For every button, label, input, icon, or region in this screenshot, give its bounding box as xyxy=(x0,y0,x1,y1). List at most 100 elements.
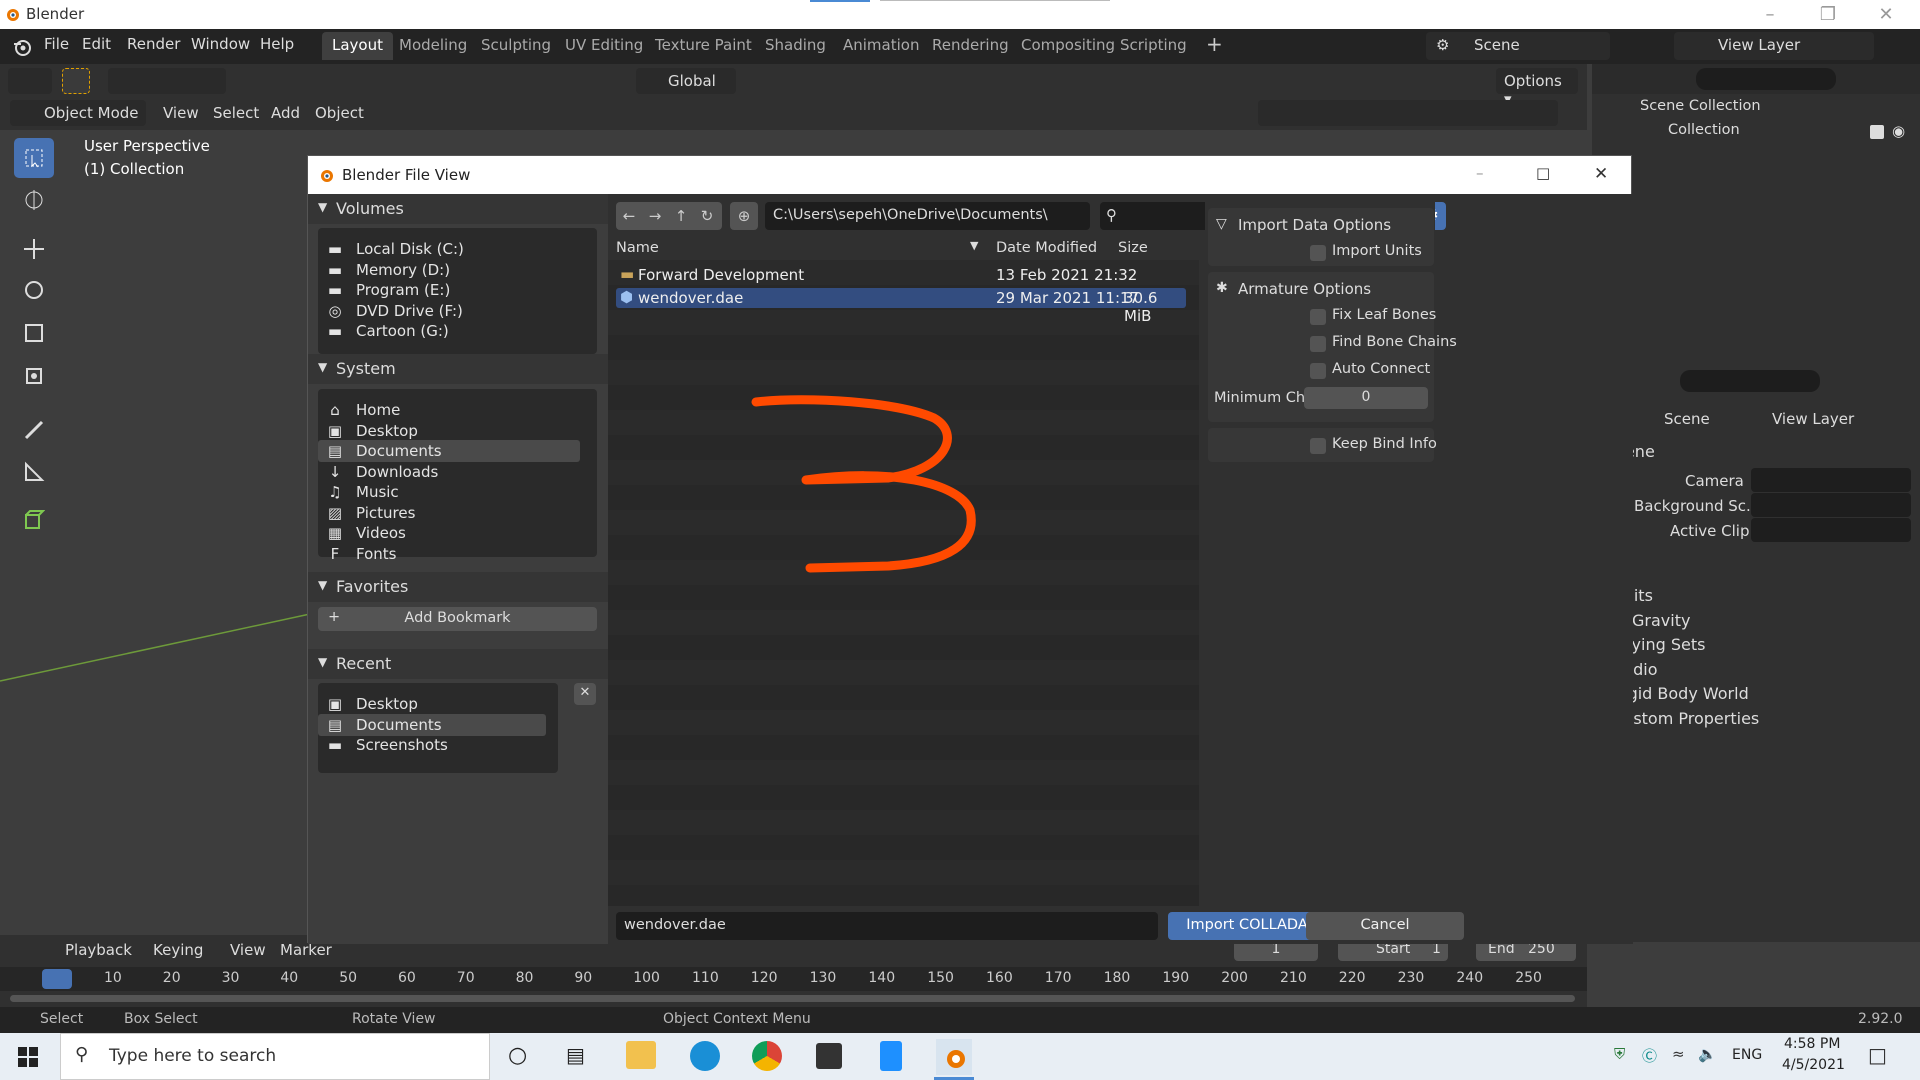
clock-date[interactable]: 4/5/2021 xyxy=(1782,1057,1845,1073)
security-icon[interactable]: ⛨ xyxy=(1614,1045,1625,1063)
tab-sculpting[interactable]: Sculpting xyxy=(471,32,561,60)
column-name[interactable]: Name xyxy=(616,240,659,256)
viewport-menu-select[interactable]: Select xyxy=(213,104,259,122)
recent-header[interactable]: Recent ▼ xyxy=(308,649,608,679)
column-size[interactable]: Size xyxy=(1118,240,1148,256)
tool-annotate-icon[interactable] xyxy=(14,410,54,450)
system-item[interactable]: ↓ Downloads xyxy=(318,461,580,483)
add-bookmark-button[interactable]: + Add Bookmark xyxy=(318,607,597,631)
blender-taskbar-icon[interactable] xyxy=(936,1039,972,1075)
properties-search[interactable] xyxy=(1680,370,1820,392)
refresh-icon[interactable]: ↻ xyxy=(694,202,720,230)
blender-menu-icon[interactable] xyxy=(12,37,32,57)
collection-label[interactable]: Collection xyxy=(1668,122,1740,138)
minimize-icon[interactable]: – xyxy=(1742,0,1798,29)
clock-time[interactable]: 4:58 PM xyxy=(1784,1036,1840,1052)
wifi-icon[interactable]: ≈ xyxy=(1672,1045,1685,1063)
restore-icon[interactable]: ❐ xyxy=(1800,0,1856,29)
system-item[interactable]: ⌂ Home xyxy=(318,399,580,421)
timeline-ruler[interactable]: 1102030405060708090100110120130140150160… xyxy=(0,967,1587,991)
auto-connect-checkbox[interactable] xyxy=(1310,363,1326,379)
playhead[interactable] xyxy=(42,969,72,989)
system-item[interactable]: ▨ Pictures xyxy=(318,502,580,524)
tool-rotate-icon[interactable] xyxy=(14,270,54,310)
tab-modeling[interactable]: Modeling xyxy=(389,32,477,60)
timeline-menu-view[interactable]: View xyxy=(230,941,266,959)
menu-window[interactable]: Window xyxy=(191,35,250,53)
timeline-menu-keying[interactable]: Keying xyxy=(153,941,203,959)
parent-directory-icon[interactable]: ↑ xyxy=(668,202,694,230)
tool-add-cube-icon[interactable] xyxy=(14,500,54,540)
system-header[interactable]: System ▼ xyxy=(308,354,608,384)
timeline-menu-playback[interactable]: Playback xyxy=(65,941,132,959)
tool-move-icon[interactable] xyxy=(14,229,54,269)
volumes-item[interactable]: ▬ Memory (D:) xyxy=(318,259,580,281)
windows-start-icon[interactable] xyxy=(18,1047,38,1067)
cortana-icon[interactable]: ○ xyxy=(508,1043,527,1068)
tool-cursor-icon[interactable] xyxy=(14,180,54,220)
volumes-header[interactable]: Volumes ▼ xyxy=(308,194,608,224)
system-item[interactable]: ▦ Videos xyxy=(318,522,580,544)
add-workspace-icon[interactable]: + xyxy=(1196,32,1233,60)
taskbar-search-box[interactable]: ⚲ Type here to search xyxy=(60,1033,490,1080)
recent-item[interactable]: ▣ Desktop xyxy=(318,693,546,715)
sort-icon[interactable]: ▼ xyxy=(970,239,978,252)
outliner-search[interactable] xyxy=(1696,68,1836,90)
file-row[interactable]: ⬢ wendover.dae 29 Mar 2021 11:17 30.6 MiB xyxy=(616,288,1186,325)
tab-scene-label[interactable]: Scene xyxy=(1664,410,1710,428)
file-row[interactable]: ▬ Forward Development 13 Feb 2021 21:32 xyxy=(616,265,1186,285)
task-view-icon[interactable]: ▤ xyxy=(566,1043,585,1067)
mode-selector[interactable]: Object Mode xyxy=(10,100,146,126)
new-folder-icon[interactable]: ⊕ xyxy=(730,202,758,230)
select-cursor-icon[interactable] xyxy=(62,68,90,94)
find-bone-chains-checkbox[interactable] xyxy=(1310,336,1326,352)
recent-item[interactable]: ▬ Screenshots xyxy=(318,734,546,756)
fix-leaf-bones-checkbox[interactable] xyxy=(1310,309,1326,325)
scene-selector[interactable]: ⚙ Scene xyxy=(1426,32,1610,60)
tab-texture-paint[interactable]: Texture Paint xyxy=(645,32,762,60)
volumes-item[interactable]: ▬ Program (E:) xyxy=(318,279,580,301)
menu-help[interactable]: Help xyxy=(260,35,294,53)
collection-checkbox[interactable] xyxy=(1870,125,1884,139)
dialog-close-icon[interactable]: ✕ xyxy=(1594,164,1608,184)
menu-edit[interactable]: Edit xyxy=(82,35,111,53)
background-scene-field[interactable] xyxy=(1751,493,1911,517)
tab-shading[interactable]: Shading xyxy=(755,32,836,60)
forward-icon[interactable]: → xyxy=(642,202,668,230)
tab-uv-editing[interactable]: UV Editing xyxy=(555,32,653,60)
phone-app-icon[interactable] xyxy=(880,1041,902,1071)
tab-view-layer-label[interactable]: View Layer xyxy=(1772,410,1854,428)
import-units-checkbox[interactable] xyxy=(1310,245,1326,261)
tool-scale-icon[interactable] xyxy=(14,313,54,353)
menu-file[interactable]: File xyxy=(44,35,69,53)
volumes-item[interactable]: ▬ Local Disk (C:) xyxy=(318,238,580,260)
menu-render[interactable]: Render xyxy=(127,35,180,53)
gravity-panel[interactable]: Gravity xyxy=(1632,611,1690,630)
tab-compositing[interactable]: Compositing xyxy=(1011,32,1125,60)
view-layer-selector[interactable]: View Layer xyxy=(1674,32,1874,60)
viewport-menu-add[interactable]: Add xyxy=(271,104,300,122)
tab-layout[interactable]: Layout xyxy=(322,32,393,60)
keep-bind-info-checkbox[interactable] xyxy=(1310,438,1326,454)
store-icon[interactable] xyxy=(816,1043,842,1069)
tab-scripting[interactable]: Scripting xyxy=(1110,32,1197,60)
dialog-minimize-icon[interactable]: – xyxy=(1476,164,1484,182)
editor-type-icon[interactable] xyxy=(8,68,52,94)
active-clip-field[interactable] xyxy=(1751,518,1911,542)
select-mode-buttons[interactable] xyxy=(108,68,226,94)
language-indicator[interactable]: ENG xyxy=(1732,1047,1762,1063)
recent-item[interactable]: ▤ Documents xyxy=(318,713,546,736)
volumes-item[interactable]: ▬ Cartoon (G:) xyxy=(318,320,580,342)
cancel-button[interactable]: Cancel xyxy=(1306,912,1464,940)
tool-transform-icon[interactable] xyxy=(14,356,54,396)
path-field[interactable]: C:\Users\sepeh\OneDrive\Documents\ xyxy=(765,202,1090,230)
system-item[interactable]: ♫ Music xyxy=(318,481,580,503)
system-item[interactable]: F Fonts xyxy=(318,543,580,565)
transform-orientation[interactable]: Global xyxy=(636,68,736,94)
eye-icon[interactable]: ◉ xyxy=(1892,122,1905,140)
column-date[interactable]: Date Modified xyxy=(996,240,1097,256)
volume-icon[interactable]: 🔈 xyxy=(1698,1045,1717,1063)
clear-recent-icon[interactable]: ✕ xyxy=(574,683,596,705)
tab-rendering[interactable]: Rendering xyxy=(922,32,1019,60)
dialog-maximize-icon[interactable]: □ xyxy=(1536,164,1550,182)
